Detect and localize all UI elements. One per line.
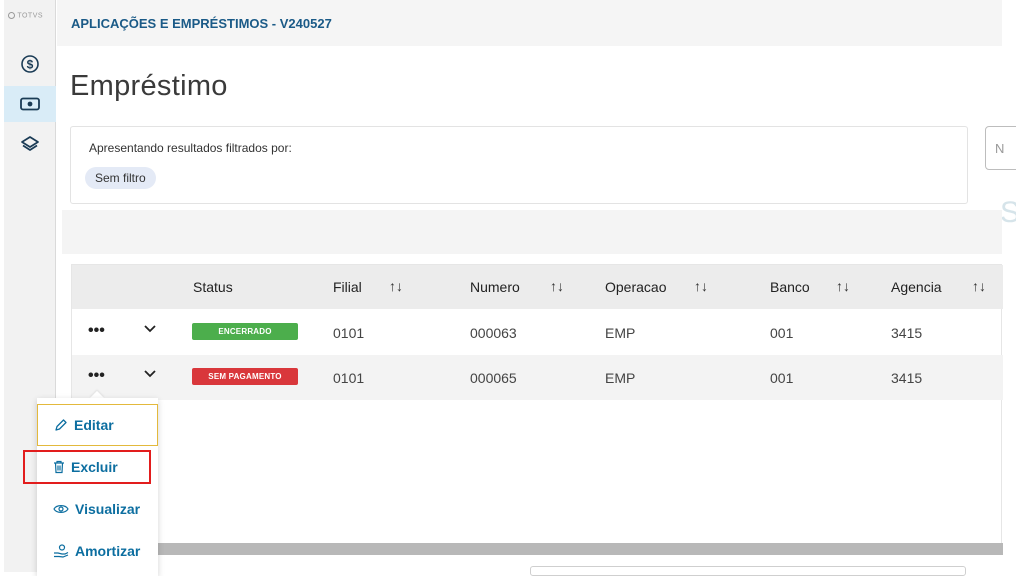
toolbar-band — [62, 210, 1002, 254]
svg-text:$: $ — [27, 58, 34, 72]
filter-panel: Apresentando resultados filtrados por: S… — [70, 126, 968, 204]
column-header-operacao[interactable]: Operacao — [605, 279, 666, 295]
cell-operacao: EMP — [605, 325, 636, 341]
pencil-icon — [55, 419, 67, 431]
sort-icon[interactable]: ↑↓ — [694, 278, 708, 294]
status-badge: ENCERRADO — [192, 323, 298, 340]
sort-icon[interactable]: ↑↓ — [972, 278, 986, 294]
table-row: ••• SEM PAGAMENTO 0101 000065 EMP 001 34… — [72, 355, 1003, 400]
highlight-box — [23, 450, 151, 484]
top-bar: APLICAÇÕES E EMPRÉSTIMOS - V240527 — [57, 0, 1002, 46]
chevron-down-icon[interactable] — [144, 325, 156, 333]
sort-icon[interactable]: ↑↓ — [836, 278, 850, 294]
pagination-field[interactable] — [530, 566, 966, 576]
cell-agencia: 3415 — [891, 325, 923, 341]
row-context-menu: Editar Excluir Visualizar Amortizar — [37, 398, 158, 576]
row-actions-button[interactable]: ••• — [88, 322, 105, 340]
menu-item-label: Visualizar — [75, 501, 141, 517]
sidebar-item-layers[interactable] — [4, 126, 56, 162]
table-header: Status Filial ↑↓ Numero ↑↓ Operacao ↑↓ B… — [72, 265, 1003, 309]
status-badge: SEM PAGAMENTO — [192, 368, 298, 385]
cell-numero: 000065 — [470, 370, 517, 386]
column-header-numero[interactable]: Numero — [470, 279, 520, 295]
cell-banco: 001 — [770, 325, 794, 341]
cell-banco: 001 — [770, 370, 794, 386]
app-frame: TOTVS $ APLICAÇÕES E EMPRÉSTIMOS - V2405… — [0, 0, 1016, 576]
menu-item-edit[interactable]: Editar — [37, 404, 158, 446]
brand-name: TOTVS — [17, 12, 44, 20]
cell-filial: 0101 — [333, 325, 365, 341]
cell-agencia: 3415 — [891, 370, 923, 386]
app-title: APLICAÇÕES E EMPRÉSTIMOS - V240527 — [71, 16, 332, 31]
sidebar-item-applications[interactable]: $ — [4, 46, 56, 82]
filter-chip[interactable]: Sem filtro — [85, 167, 156, 189]
menu-item-label: Editar — [74, 417, 114, 433]
search-placeholder: N — [995, 141, 1005, 156]
horizontal-scrollbar[interactable] — [72, 543, 1003, 555]
menu-item-label: Amortizar — [75, 543, 141, 559]
table-row: ••• ENCERRADO 0101 000063 EMP 001 3415 — [72, 310, 1003, 355]
sort-icon[interactable]: ↑↓ — [389, 278, 403, 294]
layers-icon — [21, 136, 39, 151]
menu-item-amortize[interactable]: Amortizar — [37, 530, 158, 572]
partial-text: S — [1000, 196, 1016, 229]
search-input[interactable]: N — [985, 126, 1016, 170]
filter-label: Apresentando resultados filtrados por: — [89, 141, 292, 155]
cell-filial: 0101 — [333, 370, 365, 386]
column-header-banco[interactable]: Banco — [770, 279, 810, 295]
eye-icon — [53, 505, 69, 513]
hand-coins-icon — [54, 544, 69, 558]
sort-icon[interactable]: ↑↓ — [550, 278, 564, 294]
cash-icon — [20, 97, 40, 111]
cell-numero: 000063 — [470, 325, 517, 341]
column-header-status: Status — [193, 279, 233, 295]
sidebar-item-loans[interactable] — [4, 86, 56, 122]
loans-table: Status Filial ↑↓ Numero ↑↓ Operacao ↑↓ B… — [71, 264, 1003, 555]
dollar-circle-icon: $ — [21, 55, 39, 73]
page-title: Empréstimo — [70, 70, 228, 102]
row-actions-button[interactable]: ••• — [88, 367, 105, 385]
cell-operacao: EMP — [605, 370, 636, 386]
chevron-down-icon[interactable] — [144, 370, 156, 378]
brand-circle-icon — [8, 12, 15, 19]
column-header-agencia[interactable]: Agencia — [891, 279, 942, 295]
menu-item-view[interactable]: Visualizar — [37, 488, 158, 530]
column-header-filial[interactable]: Filial — [333, 279, 362, 295]
brand-logo: TOTVS — [8, 12, 43, 19]
